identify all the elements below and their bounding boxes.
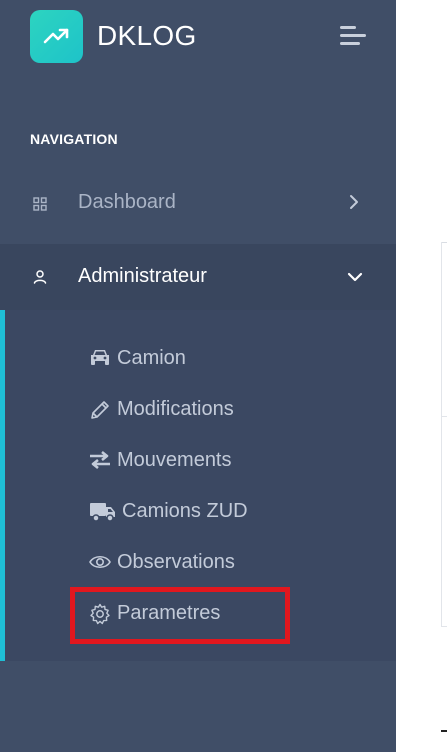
submenu-item-camions-zud[interactable]: Camions ZUD [5, 491, 396, 531]
sidebar-item-administrateur[interactable]: Administrateur [0, 244, 396, 310]
highlight-annotation-box [70, 587, 290, 644]
submenu-item-modifications[interactable]: Modifications [5, 389, 396, 429]
grid-icon [33, 197, 47, 211]
submenu-item-mouvements[interactable]: Mouvements [5, 440, 396, 480]
submenu-item-label: Mouvements [117, 449, 232, 471]
sidebar-item-dashboard[interactable]: Dashboard [0, 170, 396, 236]
content-divider [441, 416, 447, 417]
submenu-item-observations[interactable]: Observations [5, 542, 396, 582]
brand-name: DKLOG [97, 20, 197, 51]
trending-up-icon [43, 28, 69, 44]
sidebar-item-label: Administrateur [78, 265, 207, 287]
sidebar-item-label: Dashboard [78, 191, 176, 213]
menu-toggle-icon[interactable] [338, 24, 368, 48]
brand-header: DKLOG [0, 0, 396, 76]
user-icon [33, 270, 47, 284]
content-divider [441, 626, 447, 627]
submenu-item-camion[interactable]: Camion [5, 338, 396, 378]
content-card-border [441, 242, 442, 627]
chevron-down-icon [347, 272, 363, 282]
chevron-right-icon [350, 195, 358, 209]
exchange-arrows-icon [90, 450, 110, 470]
pencil-icon [91, 401, 109, 419]
nav-heading: NAVIGATION [30, 131, 118, 147]
truck-icon [90, 503, 115, 522]
submenu-item-label: Modifications [117, 398, 234, 420]
eye-icon [89, 555, 111, 569]
submenu-item-label: Camions ZUD [122, 500, 248, 522]
submenu-item-label: Camion [117, 347, 186, 369]
submenu-item-label: Observations [117, 551, 235, 573]
car-icon [91, 350, 109, 365]
sidebar: DKLOG NAVIGATION Dashboard Administrateu… [0, 0, 396, 752]
logo[interactable] [30, 10, 83, 63]
content-rule [441, 730, 447, 732]
